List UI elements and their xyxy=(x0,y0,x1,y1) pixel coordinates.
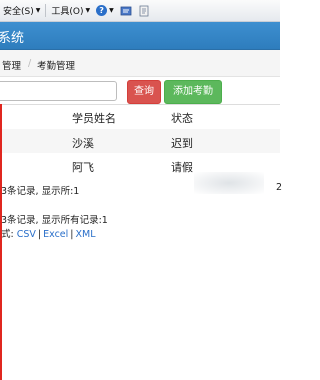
cell-status: 请假 xyxy=(171,161,193,174)
add-attendance-button[interactable]: 添加考勤 xyxy=(164,80,222,104)
security-menu[interactable]: 安全(S) ▼ xyxy=(0,4,43,17)
security-menu-label: 安全(S) xyxy=(3,7,34,17)
pagination-summary: 3条记录, 显示所:1 xyxy=(1,186,80,197)
export-separator: | xyxy=(37,229,42,240)
export-xml-link[interactable]: XML xyxy=(75,229,95,240)
export-options: 式: CSV | Excel | XML xyxy=(1,226,95,240)
query-button[interactable]: 查询 xyxy=(127,80,161,104)
blurred-region xyxy=(194,172,264,194)
export-csv-link[interactable]: CSV xyxy=(17,229,36,240)
research-icon xyxy=(120,6,132,15)
search-input[interactable] xyxy=(0,81,117,101)
toolbar-divider xyxy=(45,4,47,17)
research-button[interactable] xyxy=(117,5,135,17)
cell-student-name: 阿飞 xyxy=(72,161,94,174)
breadcrumb-separator: / xyxy=(28,58,32,69)
page-tool-icon xyxy=(139,5,149,16)
table-header: 学员姓名 状态 xyxy=(0,104,280,131)
chevron-down-icon: ▼ xyxy=(35,7,41,14)
export-separator: | xyxy=(70,229,74,240)
export-label: 式: xyxy=(1,229,14,240)
help-icon: ? xyxy=(96,5,108,16)
table-row[interactable]: 沙溪 迟到 xyxy=(0,129,280,154)
column-header-student-name[interactable]: 学员姓名 xyxy=(72,110,116,126)
cell-status: 迟到 xyxy=(171,137,193,150)
chevron-down-icon: ▼ xyxy=(85,7,91,14)
app-title: 系统 xyxy=(0,31,25,46)
breadcrumb: 管理 / 考勤管理 xyxy=(0,50,280,77)
help-menu[interactable]: ? ▼ xyxy=(93,5,117,16)
sidebar-border xyxy=(0,104,2,380)
breadcrumb-current: 考勤管理 xyxy=(37,61,76,72)
column-header-status[interactable]: 状态 xyxy=(171,110,193,126)
chevron-down-icon: ▼ xyxy=(109,7,114,14)
tools-menu[interactable]: 工具(O) ▼ xyxy=(48,4,93,17)
record-summary: 3条记录, 显示所有记录:1 xyxy=(1,215,108,226)
tools-menu-label: 工具(O) xyxy=(51,7,84,17)
cell-student-name: 沙溪 xyxy=(72,137,94,150)
page-tool-button[interactable] xyxy=(135,5,153,17)
export-excel-link[interactable]: Excel xyxy=(43,229,68,240)
breadcrumb-parent-link[interactable]: 管理 xyxy=(2,58,21,72)
browser-toolbar: 安全(S) ▼ 工具(O) ▼ ? ▼ xyxy=(0,0,280,22)
app-header: 系统 xyxy=(0,22,280,50)
page-number[interactable]: 2 xyxy=(276,182,282,193)
